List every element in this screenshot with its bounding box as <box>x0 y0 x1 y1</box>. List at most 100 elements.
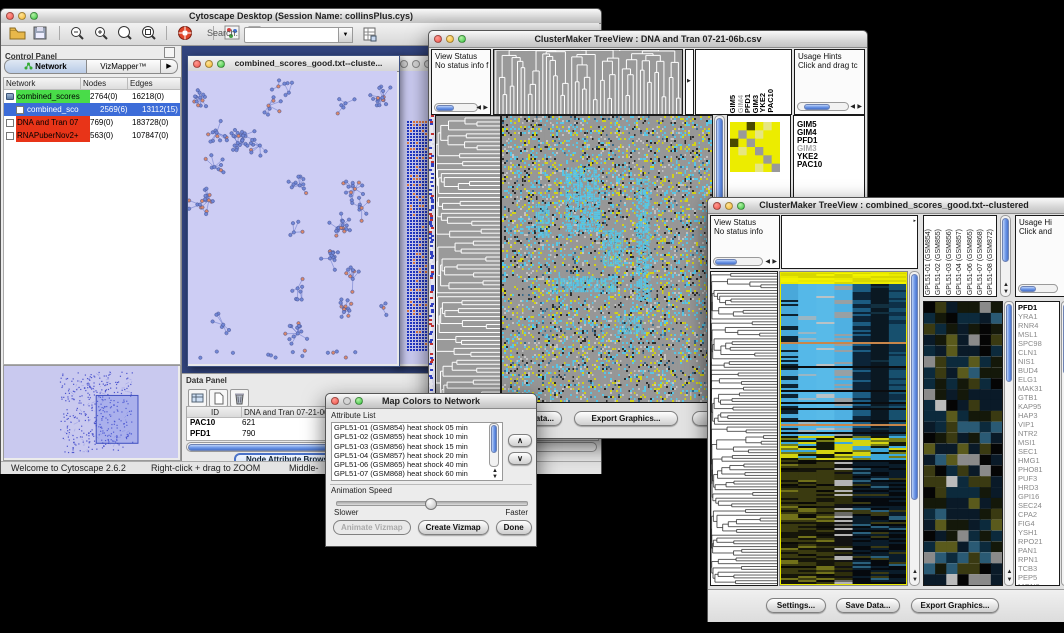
minimize-button[interactable] <box>205 60 213 68</box>
gene-label[interactable]: SPC98 <box>1018 339 1059 348</box>
gene-label[interactable]: BUD4 <box>1018 366 1059 375</box>
column-label[interactable]: GPL51-06 (GSM865) <box>967 229 977 295</box>
help-lifesaver-icon[interactable] <box>177 25 194 41</box>
gene-label[interactable]: CLN1 <box>1018 348 1059 357</box>
gene-label[interactable]: PUF3 <box>1018 474 1059 483</box>
attribute-list-item[interactable]: GPL51-04 (GSM857) heat shock 20 min <box>332 451 502 460</box>
column-label[interactable]: GIM5 <box>728 95 736 113</box>
zoom-button[interactable] <box>30 12 38 20</box>
gene-label[interactable]: PFD1 <box>1018 303 1059 312</box>
attribute-list-item[interactable]: GPL51-03 (GSM856) heat shock 15 min <box>332 442 502 451</box>
column-label[interactable]: GIM4 <box>736 95 744 113</box>
search-input[interactable] <box>244 27 342 43</box>
float-panel-icon[interactable] <box>164 47 175 58</box>
column-label[interactable]: GIM3 <box>751 95 759 113</box>
scroll-right-icon[interactable]: ▶ <box>857 104 862 110</box>
scroll-up-icon[interactable]: ▲ <box>912 569 918 575</box>
tv1-hints-scrollbar[interactable] <box>797 102 849 111</box>
column-label[interactable]: GPL51-03 (GSM856) <box>946 229 956 295</box>
tv2-global-heatmap[interactable] <box>779 271 908 586</box>
tv1-status-scrollbar[interactable] <box>434 103 478 112</box>
gene-label[interactable]: MON2 <box>1018 582 1059 586</box>
zoom-button[interactable] <box>355 397 363 405</box>
network-canvas-1[interactable] <box>188 71 397 364</box>
minimize-button[interactable] <box>446 35 454 43</box>
gene-label[interactable]: RNR4 <box>1018 321 1059 330</box>
network-row[interactable]: combined_sco 2569(6) 13112(15) <box>4 103 180 116</box>
tv2-heatmap-vscrollbar[interactable]: ▲ ▼ <box>909 271 920 586</box>
gene-label[interactable]: CPA2 <box>1018 510 1059 519</box>
network-row[interactable]: RNAPuberNov2+ 563(0) 107847(0) <box>4 129 180 142</box>
close-button[interactable] <box>713 202 721 210</box>
gene-label[interactable]: SEC1 <box>1018 447 1059 456</box>
column-label[interactable]: YKE2 <box>758 93 766 113</box>
minimize-button[interactable] <box>18 12 26 20</box>
scroll-down-icon[interactable]: ▼ <box>1003 289 1009 295</box>
column-label[interactable]: GPL51-07 (GSM868) <box>977 229 987 295</box>
scroll-left-icon[interactable]: ◀ <box>476 105 481 111</box>
close-button[interactable] <box>400 60 408 68</box>
network-row[interactable]: DNA and Tran 07 769(0) 183728(0) <box>4 116 180 129</box>
scroll-left-icon[interactable]: ◀ <box>850 104 855 110</box>
map-colors-titlebar[interactable]: Map Colors to Network <box>326 394 536 409</box>
gene-label[interactable]: FIG4 <box>1018 519 1059 528</box>
gene-label[interactable]: RPN1 <box>1018 555 1059 564</box>
tv2-save-data-button[interactable]: Save Data... <box>836 598 900 613</box>
slider-thumb[interactable] <box>425 498 437 510</box>
minimize-button[interactable] <box>725 202 733 210</box>
tv2-export-graphics-button[interactable]: Export Graphics... <box>911 598 999 613</box>
tv1-export-graphics-button[interactable]: Export Graphics... <box>574 411 678 426</box>
attribute-list-item[interactable]: GPL51-01 (GSM854) heat shock 05 min <box>332 423 502 432</box>
tv1-row-dendrogram[interactable] <box>435 115 501 403</box>
gene-label[interactable]: YRA1 <box>1018 312 1059 321</box>
gene-label[interactable]: MAK31 <box>1018 384 1059 393</box>
tv1-global-heatmap[interactable] <box>501 115 713 403</box>
tv2-status-scrollbar[interactable] <box>713 257 763 266</box>
gene-label[interactable]: HRD3 <box>1018 483 1059 492</box>
gene-label[interactable]: KAP95 <box>1018 402 1059 411</box>
gene-label[interactable]: HAP3 <box>1018 411 1059 420</box>
birdseye-canvas[interactable] <box>4 366 178 458</box>
treeview-dna-titlebar[interactable]: ClusterMaker TreeView : DNA and Tran 07-… <box>429 31 867 48</box>
gene-label[interactable]: PHO81 <box>1018 465 1059 474</box>
zoom-button[interactable] <box>217 60 225 68</box>
gene-label[interactable]: NTR2 <box>1018 429 1059 438</box>
column-label[interactable]: GPL51-02 (GSM855) <box>935 229 945 295</box>
tab-vizmapper[interactable]: VizMapper™ <box>87 59 161 74</box>
save-icon[interactable] <box>32 25 49 41</box>
gene-label[interactable]: RPO21 <box>1018 537 1059 546</box>
attribute-list-item[interactable]: GPL51-06 (GSM865) heat shock 40 min <box>332 460 502 469</box>
gene-label[interactable]: PAC10 <box>797 161 864 169</box>
new-attribute-icon[interactable] <box>209 389 228 407</box>
tv1-column-dendrogram[interactable] <box>493 49 683 115</box>
move-up-button[interactable]: ∧ <box>508 434 532 447</box>
zoom-out-icon[interactable] <box>69 25 86 41</box>
scroll-down-icon[interactable]: ▼ <box>912 577 918 583</box>
scroll-down-icon[interactable]: ▼ <box>1007 577 1013 583</box>
column-label[interactable]: PFD1 <box>743 94 751 113</box>
scroll-up-icon[interactable]: ▲ <box>1007 569 1013 575</box>
gene-label[interactable]: HMG1 <box>1018 456 1059 465</box>
tv2-hints-scrollbar[interactable] <box>1018 284 1058 293</box>
gene-label[interactable]: VIP1 <box>1018 420 1059 429</box>
tv2-zoom-vscrollbar[interactable]: ▲ ▼ <box>1004 301 1014 586</box>
open-file-icon[interactable] <box>9 25 26 41</box>
zoom-fit-icon[interactable] <box>140 25 157 41</box>
scroll-right-icon[interactable]: ▶ <box>772 259 777 265</box>
attribute-table-icon[interactable] <box>362 26 379 42</box>
scroll-right-icon[interactable]: ▶ <box>687 78 691 84</box>
dialog-button[interactable]: Create Vizmap <box>418 520 489 535</box>
column-label[interactable]: GPL51-08 (GSM872) <box>987 229 997 295</box>
gene-label[interactable]: ELG1 <box>1018 375 1059 384</box>
gene-label[interactable]: YSH1 <box>1018 528 1059 537</box>
gene-label[interactable]: NIS1 <box>1018 357 1059 366</box>
dialog-button[interactable]: Animate Vizmap <box>333 520 411 535</box>
zoom-button[interactable] <box>737 202 745 210</box>
scroll-right-icon[interactable]: ▶ <box>483 105 488 111</box>
delete-attribute-icon[interactable] <box>230 389 249 407</box>
close-button[interactable] <box>193 60 201 68</box>
attribute-list-item[interactable]: GPL51-02 (GSM855) heat shock 10 min <box>332 432 502 441</box>
scroll-down-icon[interactable]: ▼ <box>492 474 498 480</box>
gene-label[interactable]: MSI1 <box>1018 438 1059 447</box>
tv1-zoom-heatmap[interactable] <box>730 122 780 172</box>
